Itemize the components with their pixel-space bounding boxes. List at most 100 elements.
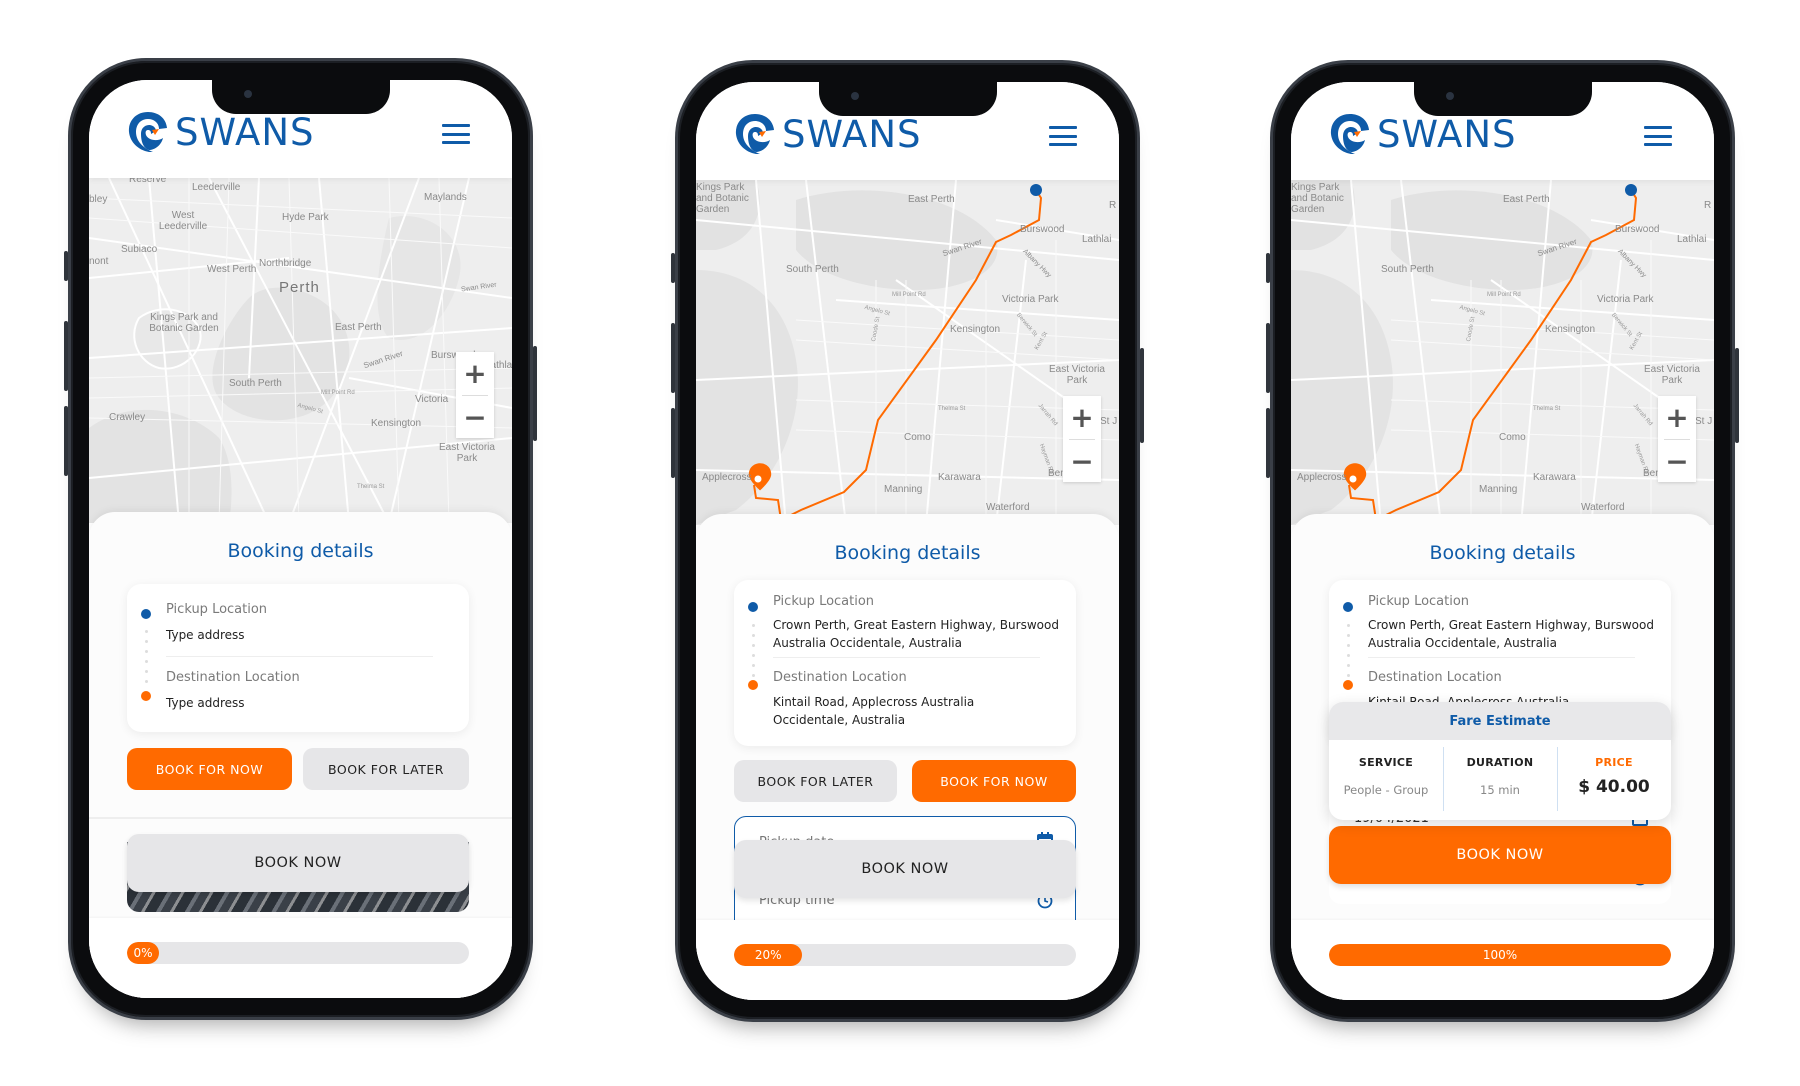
swan-logo-icon (735, 114, 774, 154)
destination-label: Destination Location (1368, 670, 1502, 685)
map-label: East Perth (1503, 194, 1550, 205)
map-label: St J (1100, 416, 1118, 427)
swans-logo[interactable]: SWANS (127, 110, 315, 154)
map-view[interactable]: Kings Park and Botanic Garden East Perth… (1291, 180, 1714, 525)
swans-logo[interactable]: SWANS (1329, 112, 1517, 156)
phone-side-button (533, 346, 537, 441)
progress-footer: 20% (696, 920, 1119, 1000)
pickup-dot-icon (141, 609, 151, 619)
location-separator (1368, 657, 1635, 658)
map-label: Kings Park and Botanic Garden (149, 312, 219, 334)
brand-name: SWANS (1377, 112, 1517, 156)
progress-footer: 100% (1291, 920, 1714, 1000)
map-label: Victoria (415, 394, 449, 405)
phone-side-button (1140, 348, 1144, 443)
swans-logo[interactable]: SWANS (734, 112, 922, 156)
phone-side-button (64, 251, 68, 281)
fare-service: SERVICE People - Group (1329, 740, 1443, 820)
phone-side-button (671, 323, 675, 393)
map-label: East Perth (908, 194, 955, 205)
swan-logo-icon (128, 112, 167, 152)
map-label: Hyde Park (282, 212, 329, 223)
pickup-dot-icon (748, 602, 758, 612)
book-for-now-button[interactable]: BOOK FOR NOW (912, 760, 1076, 802)
route-dots (1347, 624, 1350, 684)
zoom-in-button[interactable]: + (1658, 396, 1696, 438)
progress-fill: 20% (734, 944, 803, 966)
map-view[interactable]: Kings Park and Botanic Garden East Perth… (696, 180, 1119, 525)
map-label: South Perth (1381, 264, 1434, 275)
map-label: Kings Park and Botanic Garden (1291, 182, 1344, 215)
zoom-out-button[interactable]: − (1063, 440, 1101, 482)
map-label: bley (89, 194, 108, 205)
pickup-marker (1030, 184, 1042, 196)
destination-address-input[interactable]: Type address (166, 694, 459, 712)
fare-price: PRICE $ 40.00 (1557, 740, 1671, 820)
map-label: Reserve (129, 178, 167, 185)
book-now-button[interactable]: BOOK NOW (1329, 826, 1671, 884)
phone-notch (211, 80, 390, 114)
book-for-later-button[interactable]: BOOK FOR LATER (734, 760, 897, 802)
hamburger-menu-icon[interactable] (1049, 126, 1077, 146)
pickup-address-input[interactable]: Type address (166, 626, 459, 644)
zoom-out-button[interactable]: − (456, 396, 494, 438)
map-label: Lathlai (1677, 234, 1707, 245)
route-dots (752, 624, 755, 684)
fare-estimate-title: Fare Estimate (1329, 702, 1671, 740)
map-label: Leederville (192, 182, 241, 193)
destination-address-input[interactable]: Kintail Road, Applecross Australia Occid… (773, 693, 1016, 729)
location-card: Pickup Location Crown Perth, Great Easte… (734, 580, 1076, 746)
map-label: Waterford (986, 502, 1030, 513)
service-value: People - Group (1343, 783, 1429, 797)
location-separator (773, 657, 1040, 658)
phone-screen: SWANS Kings Park and Botanic Garden East… (696, 82, 1119, 1000)
zoom-out-button[interactable]: − (1658, 440, 1696, 482)
destination-dot-icon (141, 691, 151, 701)
map-label: Mill Point Rd (892, 292, 926, 298)
book-for-now-button[interactable]: BOOK FOR NOW (127, 748, 292, 790)
destination-label: Destination Location (166, 670, 300, 685)
phone-side-button (64, 406, 68, 476)
pickup-address-input[interactable]: Crown Perth, Great Eastern Highway, Burs… (773, 616, 1066, 652)
map-label: Manning (1479, 484, 1518, 495)
map-label: Applecross (702, 472, 752, 483)
book-now-button[interactable]: BOOK NOW (127, 834, 469, 892)
brand-name: SWANS (175, 110, 315, 154)
map-label: nont (89, 256, 109, 267)
location-card: Pickup Location Type address Destination… (127, 584, 469, 732)
book-for-later-button[interactable]: BOOK FOR LATER (303, 748, 469, 790)
map-zoom-control: + − (1063, 396, 1101, 482)
map-label: Mill Point Rd (1487, 292, 1521, 298)
book-now-button[interactable]: BOOK NOW (734, 840, 1076, 898)
map-label: Thelma St (1533, 406, 1561, 412)
phone-side-button (1266, 253, 1270, 283)
pickup-marker (1625, 184, 1637, 196)
map-label: Northbridge (259, 258, 312, 269)
map-label: Kensington (1545, 324, 1596, 335)
map-label: Victoria Park (1597, 294, 1654, 305)
map-label: Kensington (950, 324, 1001, 335)
map-label: Perth (279, 279, 320, 296)
destination-label: Destination Location (773, 670, 907, 685)
map-label: East Victoria Park (1644, 364, 1700, 386)
location-separator (166, 656, 433, 657)
fare-estimate-card: Fare Estimate SERVICE People - Group DUR… (1329, 702, 1671, 820)
progress-fill: 100% (1329, 944, 1671, 966)
hamburger-menu-icon[interactable] (1644, 126, 1672, 146)
booking-details-title: Booking details (1429, 542, 1576, 564)
destination-dot-icon (748, 680, 758, 690)
map-label: West Leederville (158, 210, 208, 232)
map-view[interactable]: Reserve Leederville Maylands bley West L… (89, 178, 512, 523)
pickup-label: Pickup Location (1368, 594, 1470, 609)
map-label: West Perth (207, 264, 257, 275)
zoom-in-button[interactable]: + (1063, 396, 1101, 438)
map-label: Kensington (371, 418, 422, 429)
zoom-in-button[interactable]: + (456, 352, 494, 394)
map-label: Applecross (1297, 472, 1347, 483)
camera-icon (850, 92, 859, 100)
map-label: Como (1499, 432, 1526, 443)
route-dots (145, 630, 148, 690)
map-label: Mill Point Rd (321, 390, 355, 396)
pickup-address-input[interactable]: Crown Perth, Great Eastern Highway, Burs… (1368, 616, 1661, 652)
hamburger-menu-icon[interactable] (442, 124, 470, 144)
